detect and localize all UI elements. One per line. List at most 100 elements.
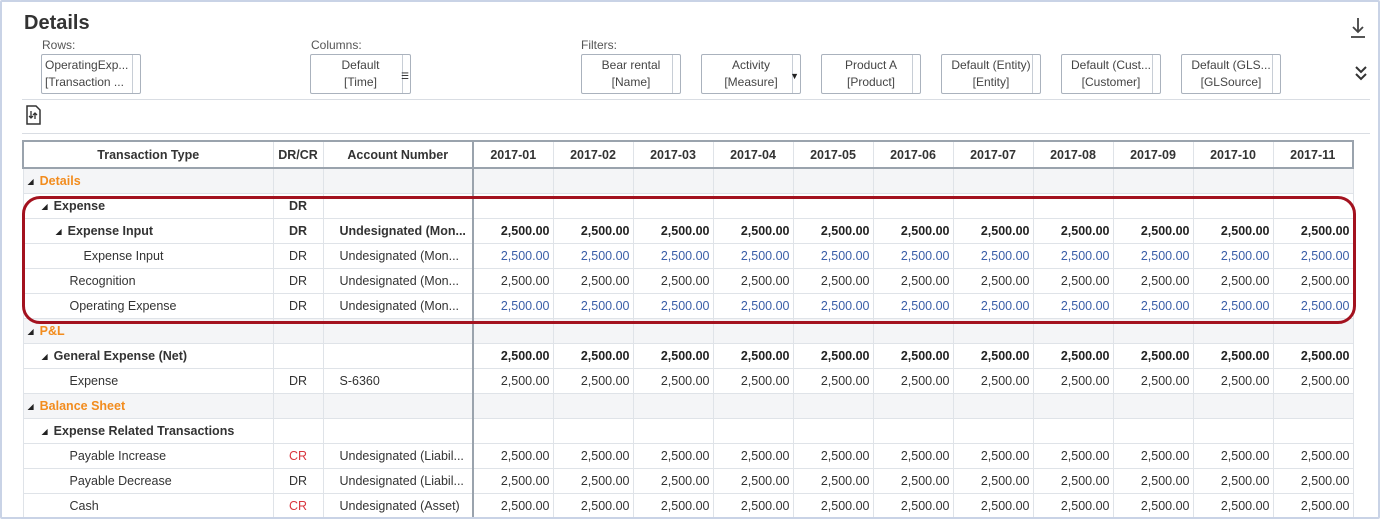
filter-pill-measure[interactable]: Activity [Measure] ▼	[701, 54, 801, 94]
value-cell[interactable]: 2,500.00	[1192, 242, 1274, 269]
value-cell[interactable]: 2,500.00	[952, 367, 1034, 394]
value-cell[interactable]: 2,500.00	[552, 367, 634, 394]
column-header-period[interactable]: 2017-02	[552, 140, 634, 169]
value-cell[interactable]: 2,500.00	[1032, 442, 1114, 469]
column-header-period[interactable]: 2017-10	[1192, 140, 1274, 169]
value-cell[interactable]: 2,500.00	[792, 492, 874, 517]
value-cell[interactable]: 2,500.00	[632, 292, 714, 319]
filter-pill-customer[interactable]: Default (Cust... [Customer]	[1061, 54, 1161, 94]
column-header-transaction-type[interactable]: Transaction Type	[22, 140, 274, 169]
value-cell[interactable]: 2,500.00	[472, 292, 554, 319]
triangle-expanded-icon[interactable]: ◢	[56, 227, 62, 236]
value-cell[interactable]: 2,500.00	[552, 467, 634, 494]
column-header-period[interactable]: 2017-01	[472, 140, 554, 169]
value-cell[interactable]: 2,500.00	[952, 292, 1034, 319]
value-cell[interactable]: 2,500.00	[1272, 217, 1354, 244]
value-cell[interactable]: 2,500.00	[632, 217, 714, 244]
value-cell[interactable]: 2,500.00	[632, 242, 714, 269]
drag-handle[interactable]	[672, 55, 680, 93]
value-cell[interactable]: 2,500.00	[1032, 267, 1114, 294]
value-cell[interactable]: 2,500.00	[1032, 467, 1114, 494]
value-cell[interactable]: 2,500.00	[1272, 267, 1354, 294]
value-cell[interactable]: 2,500.00	[872, 292, 954, 319]
value-cell[interactable]: 2,500.00	[952, 442, 1034, 469]
filter-pill-product[interactable]: Product A [Product]	[821, 54, 921, 94]
value-cell[interactable]: 2,500.00	[792, 267, 874, 294]
row-header-cell[interactable]: ◢ General Expense (Net)	[22, 342, 274, 369]
column-header-period[interactable]: 2017-05	[792, 140, 874, 169]
value-cell[interactable]: 2,500.00	[1112, 492, 1194, 517]
column-header-period[interactable]: 2017-03	[632, 140, 714, 169]
value-cell[interactable]: 2,500.00	[1192, 442, 1274, 469]
value-cell[interactable]: 2,500.00	[712, 467, 794, 494]
value-cell[interactable]: 2,500.00	[872, 217, 954, 244]
value-cell[interactable]: 2,500.00	[1272, 442, 1354, 469]
value-cell[interactable]: 2,500.00	[1192, 217, 1274, 244]
caret-down-icon[interactable]: ▼	[790, 68, 799, 85]
triangle-expanded-icon[interactable]: ◢	[42, 352, 48, 361]
value-cell[interactable]: 2,500.00	[1032, 492, 1114, 517]
value-cell[interactable]: 2,500.00	[1032, 217, 1114, 244]
value-cell[interactable]: 2,500.00	[632, 492, 714, 517]
filter-pill-entity[interactable]: Default (Entity) [Entity]	[941, 54, 1041, 94]
filter-pill-name[interactable]: Bear rental [Name]	[581, 54, 681, 94]
value-cell[interactable]: 2,500.00	[872, 242, 954, 269]
value-cell[interactable]: 2,500.00	[632, 342, 714, 369]
value-cell[interactable]: 2,500.00	[1192, 267, 1274, 294]
row-header-cell[interactable]: ◢ Expense	[22, 192, 274, 219]
value-cell[interactable]: 2,500.00	[872, 367, 954, 394]
download-icon[interactable]	[1349, 16, 1367, 40]
value-cell[interactable]: 2,500.00	[792, 467, 874, 494]
value-cell[interactable]: 2,500.00	[632, 442, 714, 469]
value-cell[interactable]: 2,500.00	[792, 367, 874, 394]
value-cell[interactable]: 2,500.00	[1272, 467, 1354, 494]
value-cell[interactable]: 2,500.00	[1112, 442, 1194, 469]
value-cell[interactable]: 2,500.00	[952, 467, 1034, 494]
triangle-expanded-icon[interactable]: ◢	[42, 202, 48, 211]
value-cell[interactable]: 2,500.00	[552, 442, 634, 469]
value-cell[interactable]: 2,500.00	[1112, 467, 1194, 494]
column-header-period[interactable]: 2017-06	[872, 140, 954, 169]
value-cell[interactable]: 2,500.00	[872, 492, 954, 517]
value-cell[interactable]: 2,500.00	[1192, 492, 1274, 517]
value-cell[interactable]: 2,500.00	[1112, 267, 1194, 294]
value-cell[interactable]: 2,500.00	[472, 367, 554, 394]
value-cell[interactable]: 2,500.00	[1192, 467, 1274, 494]
value-cell[interactable]: 2,500.00	[1032, 342, 1114, 369]
value-cell[interactable]: 2,500.00	[712, 492, 794, 517]
swap-axes-icon[interactable]	[24, 105, 42, 125]
value-cell[interactable]: 2,500.00	[872, 342, 954, 369]
triangle-expanded-icon[interactable]: ◢	[28, 327, 34, 336]
column-header-period[interactable]: 2017-07	[952, 140, 1034, 169]
column-header-period[interactable]: 2017-04	[712, 140, 794, 169]
value-cell[interactable]: 2,500.00	[712, 367, 794, 394]
column-header-drcr[interactable]: DR/CR	[272, 140, 324, 169]
drag-handle[interactable]	[1272, 55, 1280, 93]
value-cell[interactable]: 2,500.00	[952, 267, 1034, 294]
value-cell[interactable]: 2,500.00	[1032, 367, 1114, 394]
value-cell[interactable]: 2,500.00	[1272, 342, 1354, 369]
value-cell[interactable]: 2,500.00	[1272, 292, 1354, 319]
value-cell[interactable]: 2,500.00	[792, 442, 874, 469]
value-cell[interactable]: 2,500.00	[792, 217, 874, 244]
drag-handle[interactable]	[1032, 55, 1040, 93]
hamburger-menu-icon[interactable]: ☰	[401, 68, 409, 85]
value-cell[interactable]: 2,500.00	[792, 292, 874, 319]
filter-pill-glsource[interactable]: Default (GLS... [GLSource]	[1181, 54, 1281, 94]
row-header-cell[interactable]: ◢ P&L	[22, 317, 274, 344]
triangle-expanded-icon[interactable]: ◢	[42, 427, 48, 436]
value-cell[interactable]: 2,500.00	[1272, 367, 1354, 394]
value-cell[interactable]: 2,500.00	[552, 217, 634, 244]
value-cell[interactable]: 2,500.00	[552, 342, 634, 369]
value-cell[interactable]: 2,500.00	[632, 267, 714, 294]
value-cell[interactable]: 2,500.00	[1112, 367, 1194, 394]
value-cell[interactable]: 2,500.00	[1272, 242, 1354, 269]
row-header-cell[interactable]: ◢ Balance Sheet	[22, 392, 274, 419]
value-cell[interactable]: 2,500.00	[1112, 292, 1194, 319]
value-cell[interactable]: 2,500.00	[472, 342, 554, 369]
triangle-expanded-icon[interactable]: ◢	[28, 177, 34, 186]
value-cell[interactable]: 2,500.00	[872, 442, 954, 469]
column-header-period[interactable]: 2017-11	[1272, 140, 1354, 169]
value-cell[interactable]: 2,500.00	[1112, 342, 1194, 369]
value-cell[interactable]: 2,500.00	[632, 467, 714, 494]
